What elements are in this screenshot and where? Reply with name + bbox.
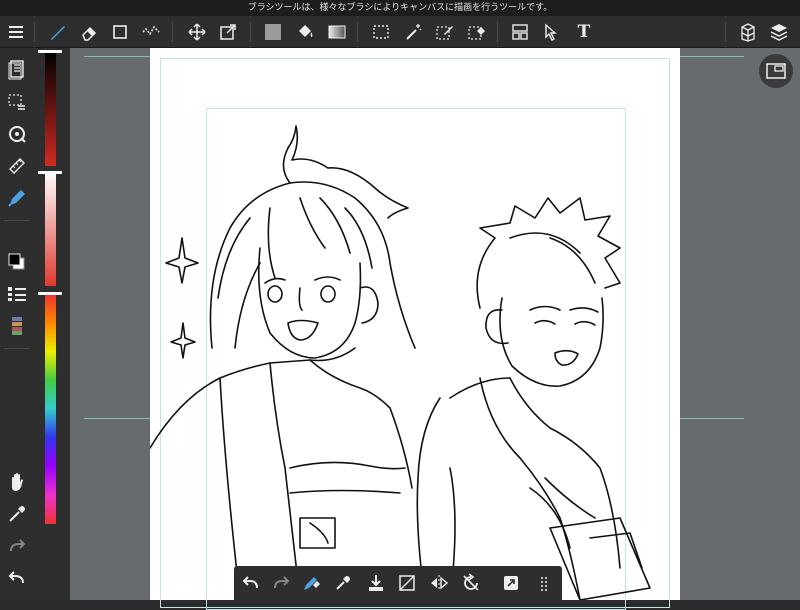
navigator-button[interactable] [759, 54, 793, 88]
flip-icon[interactable] [427, 571, 451, 595]
main-toolbar: T [0, 16, 800, 48]
sidebar-divider [4, 220, 30, 221]
correction-icon[interactable] [139, 20, 163, 44]
eyedropper-icon[interactable] [5, 502, 29, 526]
layers-icon[interactable] [767, 20, 791, 44]
undo-icon[interactable] [5, 566, 29, 590]
palette-icon[interactable] [5, 314, 29, 338]
status-bar: ブラシツールは、様々なブラシによりキャンバスに描画を行うツールです。 [0, 0, 800, 16]
toolbar-divider [357, 22, 358, 42]
selection-layer-icon[interactable] [5, 90, 29, 114]
toolbar-divider [34, 22, 35, 42]
pen-icon[interactable] [5, 186, 29, 210]
rect-shape-icon[interactable] [108, 20, 132, 44]
sketch-artwork [150, 125, 651, 600]
toolbar-divider [172, 22, 173, 42]
move-icon[interactable] [185, 20, 209, 44]
redo-icon[interactable] [5, 534, 29, 558]
magic-wand-icon[interactable] [401, 20, 425, 44]
left-sidebar [0, 48, 34, 600]
bucket-icon[interactable] [293, 20, 317, 44]
menu-icon[interactable] [4, 20, 28, 44]
hue-dark-slider-track[interactable] [45, 52, 56, 166]
bottom-toolbar [234, 566, 562, 600]
snap-icon[interactable] [5, 122, 29, 146]
transform-icon[interactable] [216, 20, 240, 44]
navigator-icon [766, 63, 786, 79]
hue-slider-track[interactable] [45, 294, 56, 524]
redo-icon[interactable] [269, 571, 293, 595]
select-icon[interactable] [369, 20, 393, 44]
color-swatch[interactable] [5, 250, 29, 274]
select-eraser-icon[interactable] [465, 20, 489, 44]
brush-icon[interactable] [46, 20, 70, 44]
canvas-page[interactable] [150, 48, 680, 610]
rotate-reset-icon[interactable] [459, 571, 483, 595]
brush-sliders: 15 px 100 % [34, 48, 99, 600]
ruler-icon[interactable] [5, 154, 29, 178]
layer-select-icon[interactable] [540, 20, 564, 44]
eraser-icon[interactable] [77, 20, 101, 44]
pages-icon[interactable] [5, 58, 29, 82]
clear-icon[interactable] [395, 571, 419, 595]
undo-icon[interactable] [239, 571, 263, 595]
slider-knob[interactable] [38, 50, 62, 53]
toolbar-divider [497, 22, 498, 42]
slider-knob[interactable] [38, 171, 62, 174]
quick-menu-icon[interactable] [499, 571, 523, 595]
slider-knob[interactable] [38, 292, 62, 295]
text-icon[interactable]: T [572, 20, 596, 44]
toolbar-divider [250, 22, 251, 42]
hand-icon[interactable] [5, 470, 29, 494]
pen-eraser-toggle-icon[interactable] [299, 571, 323, 595]
select-pen-icon[interactable] [433, 20, 457, 44]
fill-color-swatch[interactable] [261, 20, 285, 44]
save-icon[interactable] [364, 571, 388, 595]
eyedropper-icon[interactable] [331, 571, 355, 595]
tool-hint-text: ブラシツールは、様々なブラシによりキャンバスに描画を行うツールです。 [247, 3, 553, 13]
panel-layout-icon[interactable] [508, 20, 532, 44]
brush-list-icon[interactable] [5, 282, 29, 306]
brightness-slider-track[interactable] [45, 172, 56, 286]
gradient-icon[interactable] [325, 20, 349, 44]
toolbar-divider [725, 22, 726, 42]
3d-icon[interactable] [736, 20, 760, 44]
sidebar-divider [4, 348, 30, 349]
grid-icon[interactable] [534, 571, 558, 595]
